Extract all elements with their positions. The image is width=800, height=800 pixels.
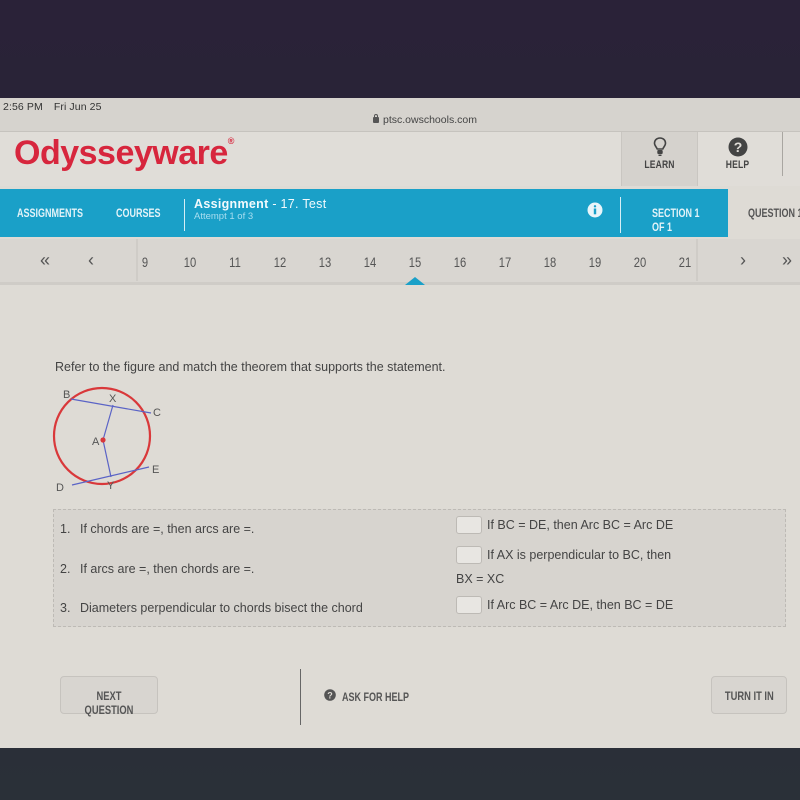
- statement-text: If chords are =, then arcs are =.: [80, 522, 255, 536]
- page-19[interactable]: 19: [583, 254, 607, 270]
- next-question-button[interactable]: NEXT QUESTION: [60, 676, 158, 717]
- page-13[interactable]: 13: [313, 254, 337, 270]
- section-indicator: SECTION 1 OF 1: [652, 206, 700, 234]
- svg-text:?: ?: [733, 139, 742, 155]
- info-icon: [587, 202, 603, 218]
- statement-1: 1. If chords are =, then arcs are =.: [60, 522, 254, 536]
- ask-for-help-label: ASK FOR HELP: [342, 690, 410, 704]
- nav-divider: [184, 199, 185, 231]
- turn-it-in-label: TURN IT IN: [724, 689, 774, 703]
- page-18[interactable]: 18: [538, 254, 562, 270]
- assignment-nav-bar: ASSIGNMENTS COURSES Assignment - 17. Tes…: [0, 189, 728, 237]
- statement-number: 1.: [60, 522, 71, 536]
- url-text: ptsc.owschools.com: [383, 114, 477, 126]
- statement-3: 3. Diameters perpendicular to chords bise…: [60, 601, 363, 615]
- question-prompt: Refer to the figure and match the theore…: [55, 360, 446, 374]
- svg-text:?: ?: [327, 691, 333, 701]
- status-time: 2:56 PM: [3, 101, 43, 113]
- question-pager: « ‹ 9 10 11 12 13 14 15 16 17 18 19 20 2…: [0, 239, 800, 285]
- help-label: HELP: [725, 159, 750, 171]
- page-10[interactable]: 10: [178, 254, 202, 270]
- label-x: X: [109, 393, 117, 405]
- statement-2: 2. If arcs are =, then chords are =.: [60, 562, 254, 576]
- page-17[interactable]: 17: [493, 254, 517, 270]
- nav-courses[interactable]: COURSES: [116, 206, 161, 220]
- header-divider: [782, 132, 783, 176]
- browser-screen: 2:56 PM Fri Jun 25 ptsc.owschools.com Od…: [0, 98, 800, 748]
- segment-ax: [102, 404, 114, 441]
- assignment-name: - 17. Test: [268, 197, 327, 211]
- next-page-button[interactable]: ›: [740, 250, 746, 271]
- page-20[interactable]: 20: [628, 254, 652, 270]
- statement-text: If arcs are =, then chords are =.: [80, 562, 255, 576]
- question-indicator: QUESTION 15: [748, 206, 800, 220]
- label-d: D: [56, 482, 64, 493]
- lock-icon: [373, 114, 379, 123]
- learn-label: LEARN: [644, 159, 675, 171]
- page-14[interactable]: 14: [358, 254, 382, 270]
- answer-slot-2[interactable]: [456, 546, 482, 564]
- next-question-label: NEXT QUESTION: [84, 689, 134, 717]
- statement-number: 2.: [60, 562, 71, 576]
- answer-slot-1[interactable]: [456, 516, 482, 534]
- label-b: B: [63, 389, 70, 401]
- segment-ay: [102, 439, 112, 478]
- choice-text-continuation: BX = XC: [456, 572, 505, 586]
- logo-text: Odysseyware: [14, 134, 228, 172]
- page-15-current[interactable]: 15: [403, 254, 427, 270]
- label-y: Y: [107, 480, 115, 492]
- first-page-button[interactable]: «: [40, 250, 50, 271]
- assignment-prefix: Assignment: [194, 197, 269, 211]
- pager-divider-right: [696, 239, 698, 281]
- registered-mark: ®: [227, 135, 235, 146]
- statement-text: Diameters perpendicular to chords bisect…: [80, 601, 363, 615]
- question-circle-icon: ?: [728, 137, 747, 157]
- page-16[interactable]: 16: [448, 254, 472, 270]
- choice-text[interactable]: If BC = DE, then Arc BC = Arc DE: [487, 518, 673, 532]
- question-circle-icon: ?: [324, 689, 336, 701]
- circle-figure: B X C A E D Y: [52, 386, 161, 493]
- page-9[interactable]: 9: [133, 254, 157, 270]
- learn-button[interactable]: LEARN: [621, 132, 697, 186]
- choice-text[interactable]: If Arc BC = Arc DE, then BC = DE: [487, 598, 673, 612]
- lightbulb-icon: [653, 137, 666, 156]
- status-date: Fri Jun 25: [53, 101, 102, 113]
- center-point-a: [100, 437, 106, 443]
- assignment-title: Assignment - 17. Test: [194, 197, 327, 211]
- help-button[interactable]: ? HELP: [697, 132, 777, 186]
- status-bar: 2:56 PM Fri Jun 25 ptsc.owschools.com: [0, 98, 800, 132]
- answer-slot-3[interactable]: [456, 596, 482, 614]
- nav-assignments[interactable]: ASSIGNMENTS: [17, 206, 83, 220]
- turn-it-in-button[interactable]: TURN IT IN: [711, 676, 787, 714]
- prev-page-button[interactable]: ‹: [88, 250, 94, 271]
- odysseyware-logo[interactable]: Odysseyware®: [14, 134, 234, 173]
- page-12[interactable]: 12: [268, 254, 292, 270]
- choice-text[interactable]: If AX is perpendicular to BC, then: [487, 548, 671, 562]
- attempt-label: Attempt 1 of 3: [194, 211, 254, 222]
- footer-divider: [300, 669, 301, 725]
- label-e: E: [152, 464, 159, 476]
- last-page-button[interactable]: »: [782, 250, 792, 271]
- page-11[interactable]: 11: [223, 254, 247, 270]
- current-page-marker: [405, 277, 425, 285]
- matching-area: 1. If chords are =, then arcs are =. 2. If…: [53, 509, 786, 627]
- status-clock: 2:56 PM Fri Jun 25: [3, 101, 110, 113]
- choice-2-continuation: BX = XC: [456, 572, 504, 586]
- info-button[interactable]: [587, 202, 603, 223]
- label-a: A: [92, 436, 100, 448]
- statement-number: 3.: [60, 601, 71, 615]
- page-21[interactable]: 21: [673, 254, 697, 270]
- section-divider: [620, 197, 621, 233]
- address-bar[interactable]: ptsc.owschools.com: [373, 114, 477, 126]
- app-header: Odysseyware® LEARN ? HELP: [0, 132, 800, 186]
- label-c: C: [153, 407, 161, 419]
- ask-for-help-button[interactable]: ? ASK FOR HELP: [324, 688, 409, 706]
